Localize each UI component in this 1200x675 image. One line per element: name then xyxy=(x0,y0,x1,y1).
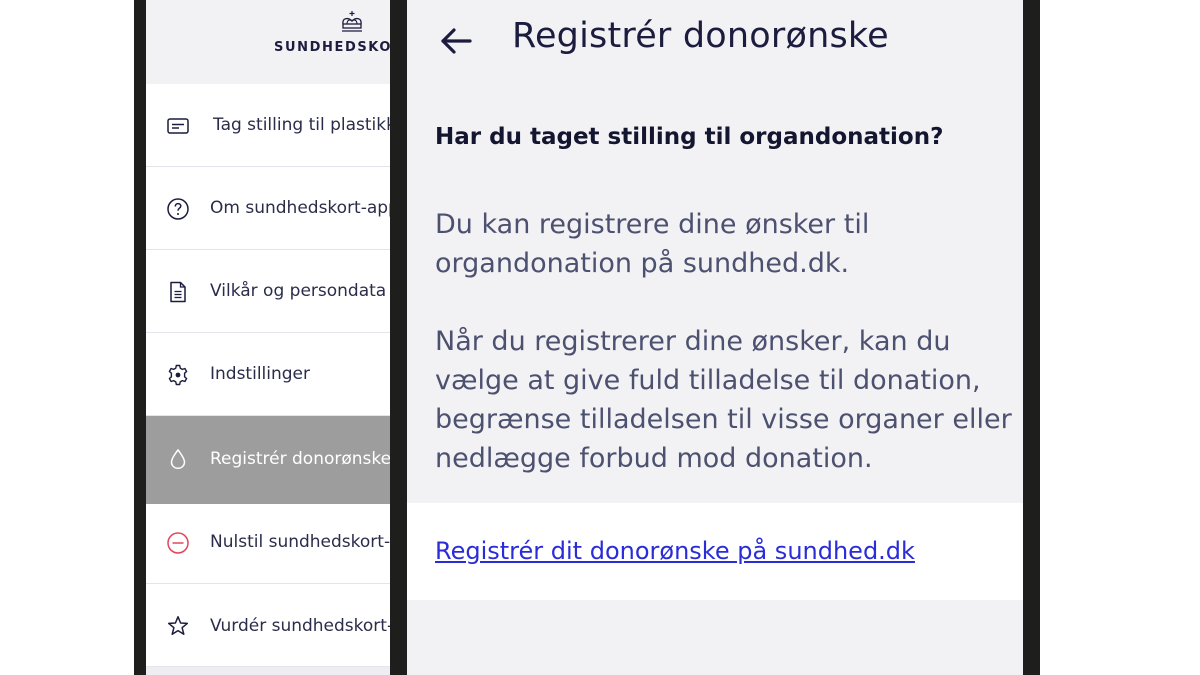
drop-icon xyxy=(170,448,186,470)
menu-item-plastic-card[interactable]: Tag stilling til plastikk xyxy=(146,84,391,167)
menu-item-terms[interactable]: Vilkår og persondata xyxy=(146,250,391,333)
register-donor-link[interactable]: Registrér dit donorønske på sundhed.dk xyxy=(435,537,915,565)
menu-item-label: Nulstil sundhedskort- xyxy=(210,532,391,552)
menu-item-label: Vilkår og persondata xyxy=(210,281,387,301)
brand-wordmark: SUNDHEDSKO xyxy=(274,40,391,55)
link-card: Registrér dit donorønske på sundhed.dk xyxy=(407,503,1023,600)
document-icon xyxy=(170,281,186,303)
star-icon xyxy=(167,616,189,635)
menu-item-about-app[interactable]: Om sundhedskort-app xyxy=(146,167,391,250)
menu-item-rate-app[interactable]: Vurdér sundhedskort- xyxy=(146,584,391,667)
menu-item-label: Registrér donorønske xyxy=(210,449,391,469)
right-phone-frame: Registrér donorønske Har du taget stilli… xyxy=(390,0,1040,675)
section-heading: Har du taget stilling til organdonation? xyxy=(435,124,944,150)
navigation-menu: SUNDHEDSKO Tag stilling til plastikk Om … xyxy=(146,0,391,675)
menu-item-label: Tag stilling til plastikk xyxy=(213,115,391,135)
minus-circle-icon xyxy=(167,532,189,554)
menu-item-label: Vurdér sundhedskort- xyxy=(210,616,391,636)
menu-item-label: Indstillinger xyxy=(210,364,311,384)
menu-item-register-donor[interactable]: Registrér donorønske xyxy=(146,416,391,504)
gear-icon xyxy=(168,364,188,386)
crown-logo-icon xyxy=(342,11,362,32)
menu-footer xyxy=(146,667,391,675)
menu-item-settings[interactable]: Indstillinger xyxy=(146,333,391,416)
card-icon xyxy=(167,118,189,134)
back-arrow-icon[interactable] xyxy=(437,22,475,60)
info-paragraph-1: Du kan registrere dine ønsker til organd… xyxy=(435,209,870,279)
menu-item-reset[interactable]: Nulstil sundhedskort- xyxy=(146,504,391,584)
menu-item-label: Om sundhedskort-app xyxy=(210,198,391,218)
info-paragraph-2: Når du registrerer dine ønsker, kan du v… xyxy=(435,326,1012,474)
help-circle-icon xyxy=(167,198,189,220)
left-phone-frame: SUNDHEDSKO Tag stilling til plastikk Om … xyxy=(134,0,407,675)
donor-detail-screen: Registrér donorønske Har du taget stilli… xyxy=(407,0,1023,675)
menu-header: SUNDHEDSKO xyxy=(146,0,391,84)
page-title: Registrér donorønske xyxy=(512,16,889,56)
